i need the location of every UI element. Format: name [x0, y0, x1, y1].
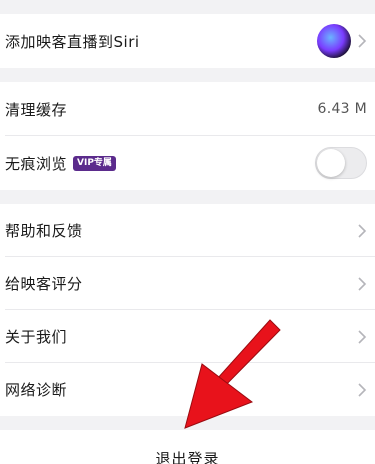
add-to-siri-row[interactable]: 添加映客直播到Siri	[0, 14, 375, 68]
incognito-label: 无痕浏览	[5, 154, 68, 173]
logout-label: 退出登录	[155, 449, 220, 464]
chevron-right-icon	[358, 382, 367, 397]
about-us-row[interactable]: 关于我们	[0, 310, 375, 363]
help-feedback-row[interactable]: 帮助和反馈	[0, 204, 375, 257]
rate-app-label: 给映客评分	[5, 275, 83, 293]
about-us-label: 关于我们	[5, 328, 68, 346]
rate-app-row[interactable]: 给映客评分	[0, 257, 375, 310]
storage-group: 清理缓存 6.43 M 无痕浏览 VIP专属	[0, 82, 375, 190]
chevron-right-icon	[358, 34, 367, 48]
toggle-knob	[317, 149, 345, 177]
clear-cache-label: 清理缓存	[5, 100, 68, 119]
chevron-right-icon	[358, 276, 367, 291]
incognito-toggle[interactable]	[315, 147, 367, 179]
help-feedback-label: 帮助和反馈	[5, 222, 83, 240]
cache-size-value: 6.43 M	[317, 101, 367, 117]
add-to-siri-label: 添加映客直播到Siri	[5, 32, 140, 51]
siri-icon	[317, 24, 351, 58]
siri-group: 添加映客直播到Siri	[0, 14, 375, 68]
network-diagnosis-label: 网络诊断	[5, 381, 68, 399]
chevron-right-icon	[358, 329, 367, 344]
network-diagnosis-row[interactable]: 网络诊断	[0, 363, 375, 416]
chevron-right-icon	[358, 223, 367, 238]
menu-group: 帮助和反馈 给映客评分 关于我们 网络诊断	[0, 204, 375, 416]
vip-badge: VIP专属	[73, 155, 116, 171]
settings-screen: 添加映客直播到Siri 清理缓存 6.43 M 无痕浏览 VIP专属 帮助和反馈…	[0, 14, 375, 464]
incognito-row: 无痕浏览 VIP专属	[0, 136, 375, 190]
clear-cache-row[interactable]: 清理缓存 6.43 M	[0, 82, 375, 136]
logout-button[interactable]: 退出登录	[0, 430, 375, 464]
